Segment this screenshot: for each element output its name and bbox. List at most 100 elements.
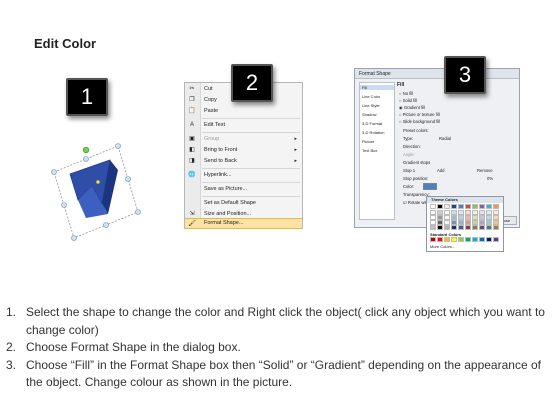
resize-handle — [115, 143, 121, 149]
bring-front-icon: ◧ — [189, 147, 195, 153]
step-badge-2: 2 — [231, 64, 273, 102]
color-swatch[interactable] — [444, 225, 450, 230]
menu-separator — [202, 118, 300, 119]
menu-item-bring-to-front[interactable]: ◧ Bring to Front ▸ — [185, 145, 302, 156]
menu-item-hyperlink[interactable]: 🌐 Hyperlink... — [185, 170, 302, 181]
color-swatch[interactable] — [430, 225, 436, 230]
standard-color-swatch[interactable] — [465, 237, 471, 242]
rotate-handle — [82, 146, 90, 154]
copy-icon: ❐ — [189, 97, 195, 103]
resize-handle — [103, 222, 109, 228]
standard-color-swatch[interactable] — [458, 237, 464, 242]
scissors-icon: ✂ — [189, 86, 195, 92]
standard-color-swatch[interactable] — [493, 237, 499, 242]
color-swatch[interactable] — [458, 225, 464, 230]
theme-color-grid — [430, 204, 500, 230]
color-swatch[interactable] — [486, 204, 492, 209]
option-picture-fill[interactable]: ○ Picture or texture fill — [399, 112, 440, 117]
color-swatch[interactable] — [465, 204, 471, 209]
resize-handle — [51, 169, 57, 175]
submenu-arrow-icon: ▸ — [294, 136, 297, 142]
color-swatch[interactable] — [486, 225, 492, 230]
option-slide-background-fill[interactable]: ○ Slide background fill — [399, 119, 440, 124]
size-position-icon: ⇲ — [189, 211, 195, 217]
standard-color-swatch[interactable] — [451, 237, 457, 242]
menu-item-group[interactable]: ▣ Group ▸ — [185, 134, 302, 145]
color-swatch[interactable] — [479, 204, 485, 209]
instruction-item: 3. Choose “Fill” in the Format Shape box … — [6, 357, 541, 390]
color-swatch[interactable] — [437, 204, 443, 209]
standard-color-swatch[interactable] — [430, 237, 436, 242]
nav-item-fill[interactable]: Fill — [360, 85, 394, 90]
type-select[interactable]: Radial — [439, 136, 451, 141]
resize-handle — [61, 202, 67, 208]
color-swatch[interactable] — [479, 225, 485, 230]
more-colors-link[interactable]: More Colors... — [430, 244, 455, 249]
color-label: Color: — [403, 184, 415, 189]
context-menu: ✂ Cut ❐ Copy 📋 Paste A Edit Text ▣ Group ▸ ◧ Br… — [184, 82, 303, 229]
menu-item-format-shape[interactable]: 🖌 Format Shape... — [185, 218, 302, 229]
preset-colors-label: Preset colors: — [403, 128, 429, 133]
nav-item-3d-format[interactable]: 3-D Format — [362, 121, 382, 126]
nav-item-line-style[interactable]: Line Style — [362, 103, 380, 108]
menu-item-send-to-back[interactable]: ◨ Send to Back ▸ — [185, 156, 302, 167]
nav-item-picture[interactable]: Picture — [362, 139, 374, 144]
standard-color-swatch[interactable] — [437, 237, 443, 242]
stop-position-input[interactable]: 0% — [487, 176, 493, 181]
resize-handle — [83, 156, 89, 162]
color-swatch[interactable] — [430, 204, 436, 209]
menu-separator — [202, 182, 300, 183]
resize-handle — [135, 209, 141, 215]
add-stop-button[interactable]: Add — [437, 168, 444, 173]
menu-item-paste[interactable]: 📋 Paste — [185, 106, 302, 117]
standard-color-row — [430, 237, 500, 242]
menu-item-edit-text[interactable]: A Edit Text — [185, 120, 302, 131]
color-swatch[interactable] — [472, 225, 478, 230]
color-swatch[interactable] — [465, 225, 471, 230]
edit-text-icon: A — [189, 122, 194, 128]
color-swatch[interactable] — [493, 204, 499, 209]
menu-separator — [202, 168, 300, 169]
option-no-fill[interactable]: ○ No fill — [399, 91, 413, 96]
standard-color-swatch[interactable] — [444, 237, 450, 242]
nav-item-line-color[interactable]: Line Color — [362, 94, 380, 99]
direction-label: Direction: — [403, 144, 421, 149]
resize-handle — [125, 176, 131, 182]
angle-label: Angle: — [403, 152, 415, 157]
selected-shape[interactable] — [40, 142, 150, 242]
type-label: Type: — [403, 136, 414, 141]
page-title: Edit Color — [34, 36, 97, 51]
section-heading: Fill — [397, 82, 405, 88]
color-swatch[interactable] — [472, 204, 478, 209]
standard-color-swatch[interactable] — [479, 237, 485, 242]
color-swatch[interactable] — [458, 204, 464, 209]
color-swatch[interactable] — [444, 204, 450, 209]
stop-select[interactable]: Stop 1 — [403, 168, 415, 173]
color-dropdown-button[interactable] — [423, 183, 437, 190]
nav-item-3d-rotation[interactable]: 3-D Rotation — [362, 130, 384, 135]
menu-item-save-as-picture[interactable]: Save as Picture... — [185, 184, 302, 195]
gradient-stops-label: Gradient stops — [403, 160, 431, 165]
instruction-item: 1. Select the shape to change the color a… — [6, 305, 545, 337]
standard-color-swatch[interactable] — [486, 237, 492, 242]
standard-color-swatch[interactable] — [472, 237, 478, 242]
instructions: 1. Select the shape to change the color a… — [6, 304, 554, 392]
color-swatch[interactable] — [493, 225, 499, 230]
color-swatch[interactable] — [437, 225, 443, 230]
menu-separator — [202, 132, 300, 133]
menu-separator — [202, 196, 300, 197]
option-gradient-fill[interactable]: ◉ Gradient fill — [399, 105, 425, 110]
dialog-title-bar: Format Shape — [355, 69, 519, 79]
menu-item-set-default-shape[interactable]: Set as Default Shape — [185, 198, 302, 209]
dialog-nav: Fill Line Color Line Style Shadow 3-D Fo… — [359, 82, 395, 220]
option-solid-fill[interactable]: ○ Solid fill — [399, 98, 417, 103]
adjust-handle — [95, 179, 101, 185]
send-back-icon: ◨ — [189, 158, 195, 164]
color-picker-popup: Theme Colors Standard Colors More Colors… — [426, 196, 504, 252]
nav-item-shadow[interactable]: Shadow — [362, 112, 376, 117]
step-badge-1: 1 — [66, 78, 108, 116]
color-swatch[interactable] — [451, 225, 457, 230]
nav-item-text-box[interactable]: Text Box — [362, 148, 377, 153]
remove-stop-button[interactable]: Remove — [477, 168, 493, 173]
color-swatch[interactable] — [451, 204, 457, 209]
